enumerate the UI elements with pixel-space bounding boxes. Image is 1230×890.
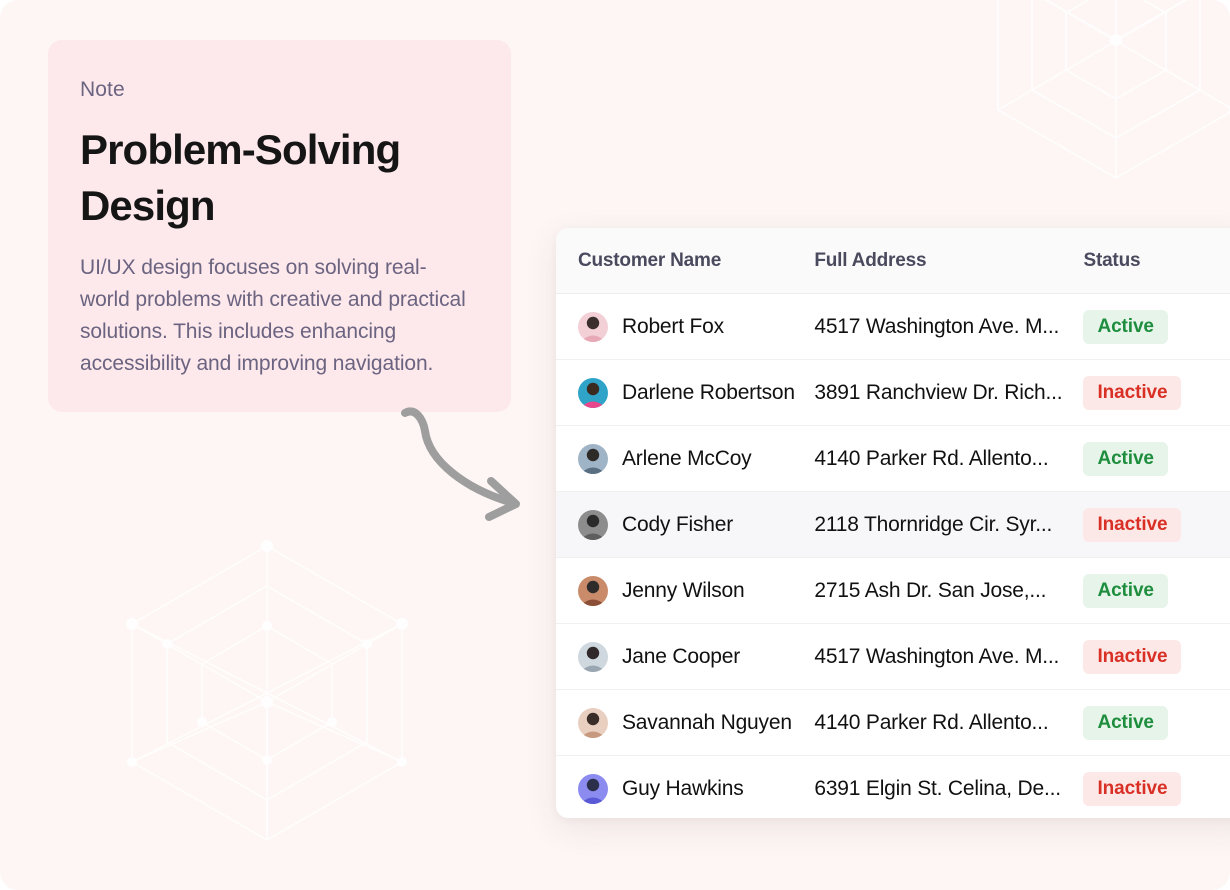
avatar-arlene-mccoy bbox=[578, 443, 608, 474]
cell-status: Active bbox=[1083, 441, 1230, 476]
customer-name-text: Savannah Nguyen bbox=[622, 710, 792, 734]
full-address-text: 4140 Parker Rd. Allento... bbox=[814, 710, 1049, 734]
status-badge: Active bbox=[1083, 705, 1168, 740]
full-address-text: 3891 Ranchview Dr. Rich... bbox=[814, 380, 1063, 404]
cell-full-address: 4517 Washington Ave. M... bbox=[814, 645, 1083, 669]
avatar-jenny-wilson bbox=[578, 575, 608, 606]
table-row[interactable]: Savannah Nguyen 4140 Parker Rd. Allento..… bbox=[556, 690, 1230, 756]
cell-status: Inactive bbox=[1083, 375, 1230, 410]
table-header-row: Customer Name Full Address Status bbox=[556, 228, 1230, 294]
isometric-cube-wireframe-icon bbox=[126, 540, 408, 841]
status-badge: Active bbox=[1083, 573, 1168, 608]
cell-customer-name: Savannah Nguyen bbox=[556, 707, 814, 738]
status-badge: Active bbox=[1083, 441, 1168, 476]
status-badge: Inactive bbox=[1083, 375, 1182, 410]
table-row[interactable]: Darlene Robertson 3891 Ranchview Dr. Rich… bbox=[556, 360, 1230, 426]
cell-full-address: 6391 Elgin St. Celina, De... bbox=[814, 777, 1083, 801]
status-badge: Active bbox=[1083, 309, 1168, 344]
cell-status: Inactive bbox=[1083, 772, 1230, 806]
cell-customer-name: Jane Cooper bbox=[556, 641, 814, 672]
page-root: Note Problem-Solving Design UI/UX design… bbox=[0, 0, 1230, 890]
note-title: Problem-Solving Design bbox=[80, 126, 401, 229]
cell-status: Active bbox=[1083, 573, 1230, 608]
table-row[interactable]: Guy Hawkins 6391 Elgin St. Celina, De... I… bbox=[556, 756, 1230, 818]
note-label: Note bbox=[80, 78, 125, 101]
note-description: UI/UX design focuses on solving real-wor… bbox=[80, 256, 466, 375]
full-address-text: 4517 Washington Ave. M... bbox=[814, 644, 1060, 668]
cell-full-address: 4140 Parker Rd. Allento... bbox=[814, 711, 1083, 735]
table-row[interactable]: Jane Cooper 4517 Washington Ave. M... Inac… bbox=[556, 624, 1230, 690]
column-header-full-address[interactable]: Full Address bbox=[814, 250, 1083, 272]
cell-full-address: 2118 Thornridge Cir. Syr... bbox=[814, 513, 1083, 537]
cell-full-address: 4140 Parker Rd. Allento... bbox=[814, 447, 1083, 471]
table-body: Robert Fox 4517 Washington Ave. M... Activ… bbox=[556, 294, 1230, 818]
full-address-text: 4140 Parker Rd. Allento... bbox=[814, 446, 1049, 470]
table-row[interactable]: Cody Fisher 2118 Thornridge Cir. Syr... In… bbox=[556, 492, 1230, 558]
table-row[interactable]: Arlene McCoy 4140 Parker Rd. Allento... Ac… bbox=[556, 426, 1230, 492]
full-address-text: 4517 Washington Ave. M... bbox=[814, 314, 1060, 338]
column-header-customer-name[interactable]: Customer Name bbox=[556, 250, 814, 272]
customer-name-text: Jane Cooper bbox=[622, 644, 741, 668]
cell-status: Active bbox=[1083, 705, 1230, 740]
status-badge: Inactive bbox=[1083, 772, 1182, 806]
table-row[interactable]: Robert Fox 4517 Washington Ave. M... Activ… bbox=[556, 294, 1230, 360]
cell-status: Active bbox=[1083, 309, 1230, 344]
full-address-text: 6391 Elgin St. Celina, De... bbox=[814, 777, 1061, 800]
avatar-savannah-nguyen bbox=[578, 707, 608, 738]
avatar-darlene-robertson bbox=[578, 377, 608, 408]
table-row[interactable]: Jenny Wilson 2715 Ash Dr. San Jose,... Act… bbox=[556, 558, 1230, 624]
cell-full-address: 4517 Washington Ave. M... bbox=[814, 315, 1083, 339]
cell-customer-name: Arlene McCoy bbox=[556, 443, 814, 474]
cell-full-address: 3891 Ranchview Dr. Rich... bbox=[814, 381, 1083, 405]
cell-customer-name: Guy Hawkins bbox=[556, 774, 814, 804]
avatar-jane-cooper bbox=[578, 641, 608, 672]
customer-table-card: Customer Name Full Address Status Robert… bbox=[556, 228, 1230, 818]
cell-status: Inactive bbox=[1083, 507, 1230, 542]
cell-customer-name: Cody Fisher bbox=[556, 509, 814, 540]
avatar-cody-fisher bbox=[578, 509, 608, 540]
note-card: Note Problem-Solving Design UI/UX design… bbox=[48, 40, 511, 412]
customer-name-text: Darlene Robertson bbox=[622, 380, 795, 404]
cell-status: Inactive bbox=[1083, 639, 1230, 674]
avatar-guy-hawkins bbox=[578, 774, 608, 804]
status-badge: Inactive bbox=[1083, 639, 1182, 674]
customer-name-text: Robert Fox bbox=[622, 314, 724, 338]
cell-customer-name: Darlene Robertson bbox=[556, 377, 814, 408]
curved-arrow-icon bbox=[401, 407, 520, 521]
full-address-text: 2715 Ash Dr. San Jose,... bbox=[814, 578, 1047, 602]
isometric-cube-wireframe-icon bbox=[997, 0, 1230, 179]
column-header-status[interactable]: Status bbox=[1083, 250, 1230, 272]
cell-customer-name: Robert Fox bbox=[556, 311, 814, 342]
cell-customer-name: Jenny Wilson bbox=[556, 575, 814, 606]
customer-name-text: Cody Fisher bbox=[622, 512, 734, 536]
customer-name-text: Jenny Wilson bbox=[622, 578, 745, 602]
customer-name-text: Guy Hawkins bbox=[622, 777, 744, 800]
full-address-text: 2118 Thornridge Cir. Syr... bbox=[814, 512, 1053, 536]
status-badge: Inactive bbox=[1083, 507, 1182, 542]
customer-name-text: Arlene McCoy bbox=[622, 446, 752, 470]
cell-full-address: 2715 Ash Dr. San Jose,... bbox=[814, 579, 1083, 603]
avatar-robert-fox bbox=[578, 311, 608, 342]
